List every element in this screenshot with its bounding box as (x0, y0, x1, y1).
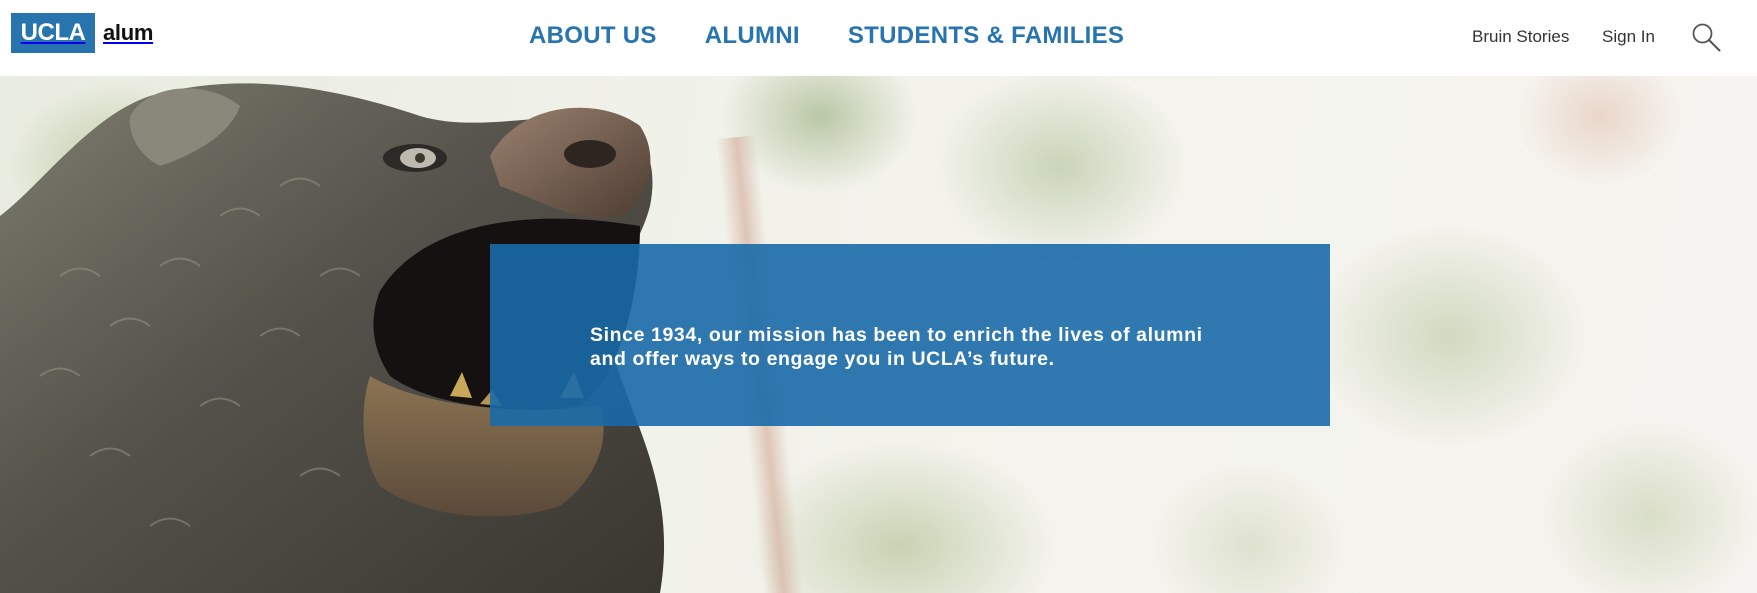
main-nav: ABOUT US ALUMNI STUDENTS & FAMILIES (529, 22, 1124, 54)
logo-mark: UCLA (11, 13, 95, 53)
nav-about-us[interactable]: ABOUT US (529, 22, 657, 54)
nav-students-families[interactable]: STUDENTS & FAMILIES (848, 22, 1124, 54)
bruin-stories-link[interactable]: Bruin Stories (1472, 27, 1569, 47)
search-icon (1692, 23, 1721, 52)
nav-alumni[interactable]: ALUMNI (705, 22, 800, 54)
search-button[interactable] (1690, 21, 1722, 53)
ucla-alum-logo[interactable]: UCLA alum (11, 13, 153, 53)
hero-banner: Since 1934, our mission has been to enri… (0, 76, 1757, 593)
site-header: UCLA alum ABOUT US ALUMNI STUDENTS & FAM… (0, 0, 1757, 76)
mission-statement-panel: Since 1934, our mission has been to enri… (490, 244, 1330, 426)
mission-statement: Since 1934, our mission has been to enri… (590, 324, 1203, 370)
sign-in-link[interactable]: Sign In (1602, 27, 1655, 47)
logo-text: alum (103, 20, 154, 45)
